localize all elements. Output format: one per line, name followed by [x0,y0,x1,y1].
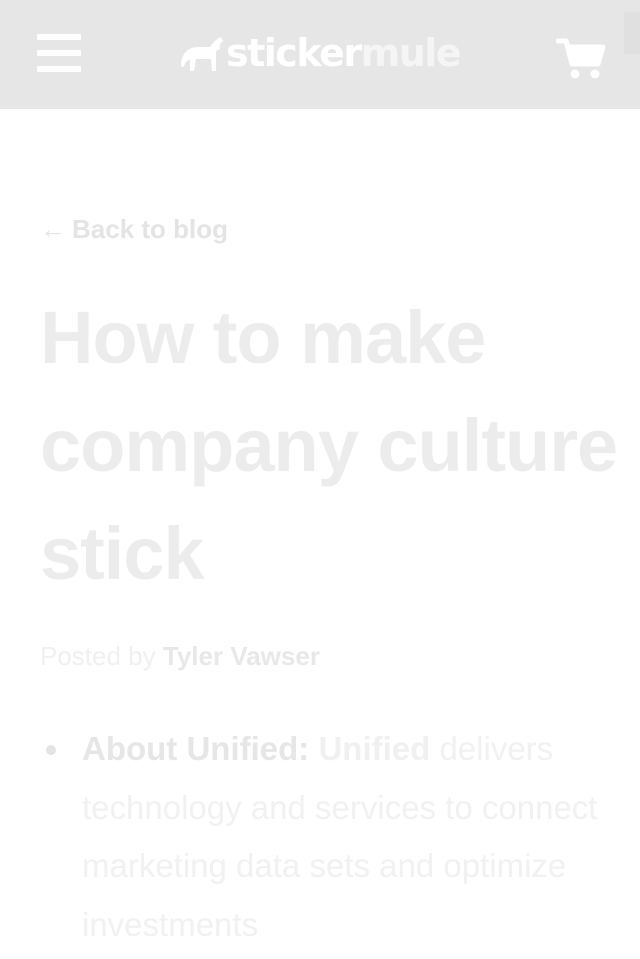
hamburger-menu-icon[interactable] [37,34,81,72]
menu-bar [37,50,81,56]
logo-text-sticker: sticker [226,31,362,75]
left-arrow-icon: ← [40,214,66,244]
mule-logo-icon [181,37,223,71]
back-to-blog-link[interactable]: ← Back to blog [40,211,228,247]
sticker-mule-logo[interactable]: stickermule [180,30,462,76]
site-header: stickermule [0,0,640,109]
menu-bar [37,34,81,40]
byline-prefix: Posted by [40,641,156,671]
list-item: About Unified: Unified delivers technolo… [82,720,622,954]
article-byline: Posted by Tyler Vawser [40,638,320,674]
logo-text: stickermule [226,30,462,76]
menu-bar [37,66,81,72]
bullet-dot [46,745,56,755]
shopping-cart-icon[interactable] [555,36,606,80]
scrollbar-edge [624,12,640,54]
back-link-label: Back to blog [72,214,229,244]
article-title: How to make company culture stick [40,296,618,595]
logo-text-mule: mule [360,31,462,75]
bullet-lead: About Unified: [82,730,310,767]
author-link[interactable]: Tyler Vawser [163,641,320,671]
unified-link[interactable]: Unified [318,730,430,767]
